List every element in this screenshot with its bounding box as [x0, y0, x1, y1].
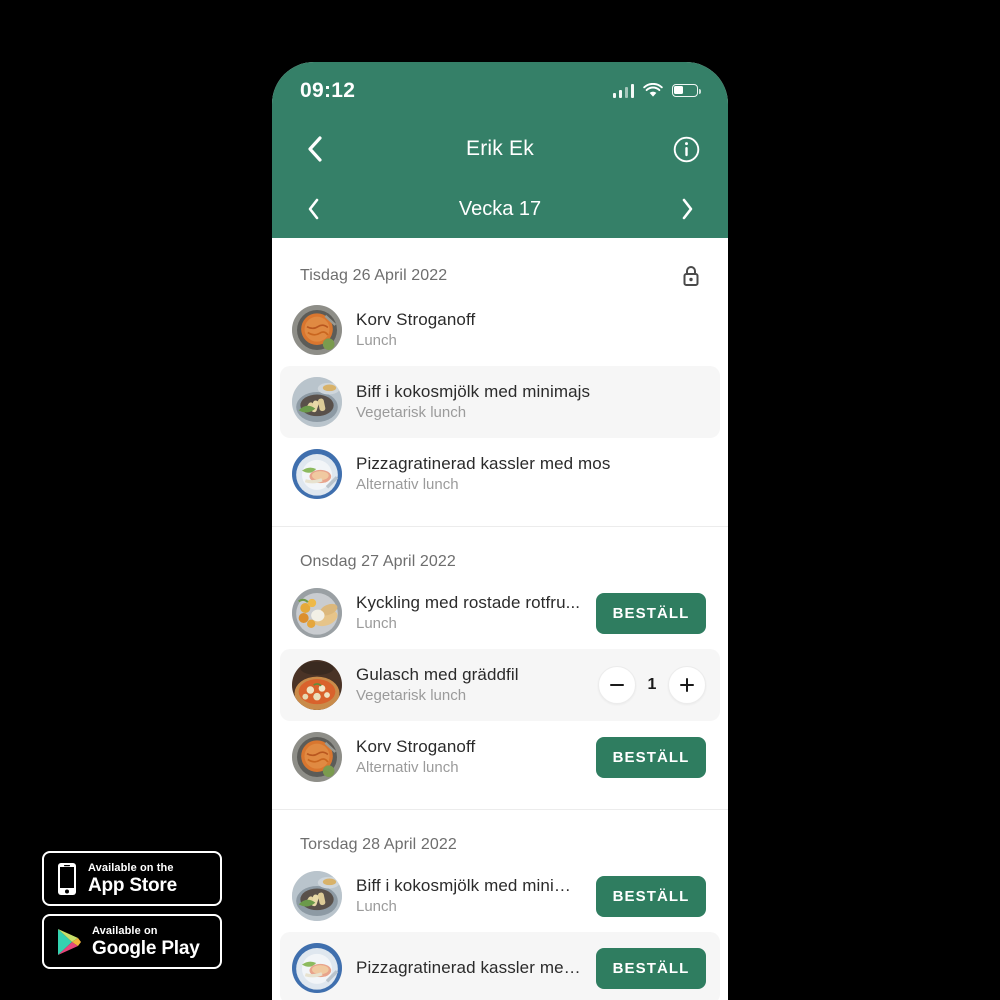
screenshot-stage: 09:12 Erik Ek Vecka 17 Tisdag 26 April 2… — [0, 0, 1000, 1000]
info-button[interactable] — [666, 129, 706, 169]
meal-list[interactable]: Tisdag 26 April 2022 Korv Stroganoff Lunch… — [272, 238, 728, 1000]
decrease-quantity-button[interactable] — [598, 666, 636, 704]
status-bar: 09:12 — [272, 62, 728, 118]
chevron-right-icon — [682, 198, 692, 220]
meal-row[interactable]: Pizzagratinerad kassler med mos Alternati… — [280, 438, 720, 510]
store-badge-title: App Store — [88, 874, 177, 896]
store-badge[interactable]: Available on the App Store — [42, 851, 222, 906]
meal-type: Lunch — [356, 898, 397, 916]
meal-name: Biff i kokosmjölk med minim... — [356, 876, 582, 896]
page-title: Erik Ek — [466, 137, 534, 160]
meal-row[interactable]: Pizzagratinerad kassler med... BESTÄLL — [280, 932, 720, 1000]
meal-name: Kyckling med rostade rotfru... — [356, 593, 581, 613]
day-date-label: Onsdag 27 April 2022 — [300, 553, 456, 570]
meal-name: Korv Stroganoff — [356, 310, 476, 330]
minus-icon — [610, 684, 624, 686]
meal-text: Pizzagratinerad kassler med mos Alternati… — [356, 453, 706, 495]
meal-row[interactable]: Korv Stroganoff Alternativ lunch BESTÄLL — [280, 721, 720, 793]
meal-text: Kyckling med rostade rotfru... Lunch — [356, 592, 582, 634]
chevron-left-icon — [308, 198, 318, 220]
meal-name: Pizzagratinerad kassler med mos — [356, 454, 611, 474]
day-date-label: Torsdag 28 April 2022 — [300, 836, 457, 853]
day-section: Tisdag 26 April 2022 Korv Stroganoff Lunch… — [272, 238, 728, 526]
meal-thumbnail — [292, 588, 342, 638]
meal-thumbnail — [292, 377, 342, 427]
store-badge-text: Available on the App Store — [88, 861, 177, 896]
meal-text: Korv Stroganoff Lunch — [356, 309, 706, 351]
meal-name: Gulasch med gräddfil — [356, 665, 519, 685]
meal-type: Lunch — [356, 332, 397, 350]
store-badge-subtitle: Available on — [92, 924, 158, 937]
meal-type: Lunch — [356, 615, 397, 633]
info-circle-icon — [673, 136, 699, 162]
week-label: Vecka 17 — [458, 197, 542, 220]
meal-row[interactable]: Kyckling med rostade rotfru... Lunch BESTÄ… — [280, 577, 720, 649]
day-date-label: Tisdag 26 April 2022 — [300, 267, 448, 284]
meal-thumbnail — [292, 871, 342, 921]
store-badge[interactable]: Available on Google Play — [42, 914, 222, 969]
meal-text: Biff i kokosmjölk med minimajs Vegetarisk… — [356, 381, 706, 423]
day-header: Torsdag 28 April 2022 — [272, 810, 728, 860]
order-button[interactable]: BESTÄLL — [596, 736, 706, 778]
day-header: Onsdag 27 April 2022 — [272, 527, 728, 577]
meal-type: Alternativ lunch — [356, 759, 459, 777]
status-time: 09:12 — [300, 78, 356, 102]
quantity-value: 1 — [647, 676, 657, 693]
apple-iphone-icon — [56, 862, 78, 896]
meal-text: Pizzagratinerad kassler med... — [356, 957, 582, 979]
lock-icon — [680, 264, 702, 288]
google-play-icon — [56, 927, 82, 957]
order-button[interactable]: BESTÄLL — [596, 947, 706, 989]
order-button[interactable]: BESTÄLL — [596, 875, 706, 917]
store-badge-title: Google Play — [92, 937, 200, 959]
nav-bar: Erik Ek — [272, 118, 728, 180]
wifi-icon — [643, 82, 663, 97]
week-navigation-bar: Vecka 17 — [272, 180, 728, 238]
battery-icon — [672, 83, 701, 97]
meal-thumbnail — [292, 660, 342, 710]
meal-type: Vegetarisk lunch — [356, 404, 467, 422]
day-header: Tisdag 26 April 2022 — [272, 238, 728, 294]
increase-quantity-button[interactable] — [668, 666, 706, 704]
meal-thumbnail — [292, 943, 342, 993]
meal-name: Korv Stroganoff — [356, 737, 476, 757]
next-week-button[interactable] — [670, 192, 704, 226]
meal-type: Vegetarisk lunch — [356, 687, 467, 705]
quantity-stepper: 1 — [598, 666, 706, 704]
phone-frame: 09:12 Erik Ek Vecka 17 Tisdag 26 April 2… — [272, 62, 728, 1000]
day-section: Onsdag 27 April 2022 Kyckling med rostade… — [272, 526, 728, 809]
meal-row[interactable]: Biff i kokosmjölk med minim... Lunch BESTÄ… — [280, 860, 720, 932]
meal-name: Pizzagratinerad kassler med... — [356, 957, 582, 977]
meal-name: Biff i kokosmjölk med minimajs — [356, 382, 591, 402]
store-badge-text: Available on Google Play — [92, 924, 200, 959]
meal-type: Alternativ lunch — [356, 476, 459, 494]
meal-row[interactable]: Biff i kokosmjölk med minimajs Vegetarisk… — [280, 366, 720, 438]
signal-bars-icon — [612, 83, 634, 98]
back-button[interactable] — [294, 129, 334, 169]
meal-thumbnail — [292, 732, 342, 782]
meal-row[interactable]: Korv Stroganoff Lunch — [280, 294, 720, 366]
day-section: Torsdag 28 April 2022 Biff i kokosmjölk m… — [272, 809, 728, 1000]
plus-icon — [680, 678, 694, 692]
chevron-left-icon — [307, 136, 322, 162]
meal-thumbnail — [292, 449, 342, 499]
meal-text: Korv Stroganoff Alternativ lunch — [356, 736, 582, 778]
status-icons — [612, 82, 701, 98]
previous-week-button[interactable] — [296, 192, 330, 226]
order-button[interactable]: BESTÄLL — [596, 592, 706, 634]
meal-row[interactable]: Gulasch med gräddfil Vegetarisk lunch 1 — [280, 649, 720, 721]
meal-thumbnail — [292, 305, 342, 355]
store-badges: Available on the App Store Available on Goo… — [42, 851, 222, 969]
meal-text: Biff i kokosmjölk med minim... Lunch — [356, 875, 582, 917]
store-badge-subtitle: Available on the — [88, 861, 174, 874]
meal-text: Gulasch med gräddfil Vegetarisk lunch — [356, 664, 584, 706]
